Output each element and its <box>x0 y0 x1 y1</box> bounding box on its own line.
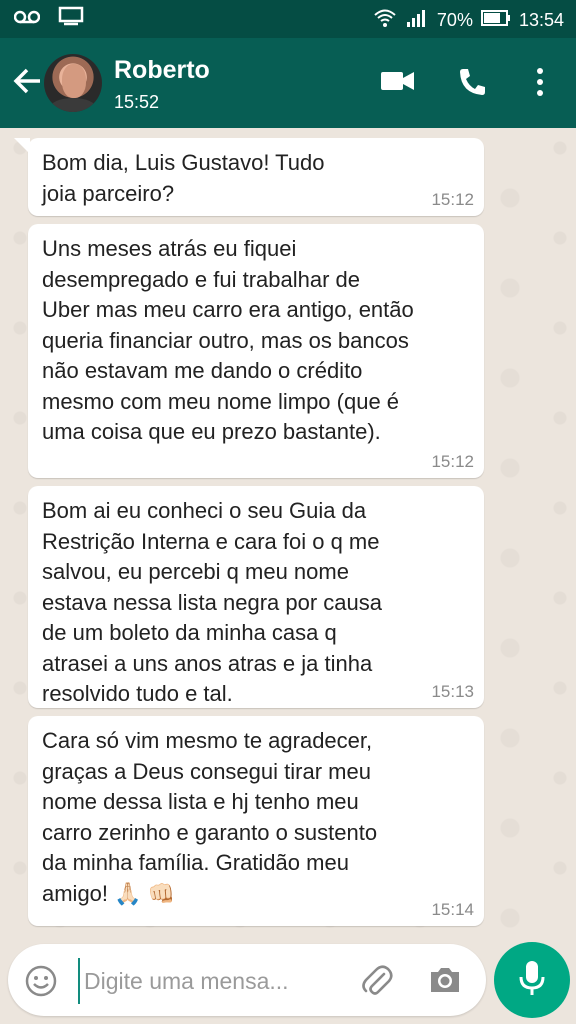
avatar[interactable] <box>44 54 102 112</box>
contact-name[interactable]: Roberto <box>114 56 210 85</box>
message-text: Uns meses atrás eu fiquei desempregado e… <box>42 236 414 444</box>
chat-area[interactable]: Bom dia, Luis Gustavo! Tudo joia parceir… <box>0 128 576 944</box>
signal-icon <box>405 8 429 33</box>
camera-icon[interactable] <box>428 964 462 1001</box>
voicemail-icon <box>13 8 41 29</box>
microphone-icon <box>517 959 547 1002</box>
message-composer <box>8 944 486 1016</box>
message-text: Bom ai eu conheci o seu Guia da Restriçã… <box>42 498 382 706</box>
attachment-icon[interactable] <box>360 964 394 1003</box>
voice-call-icon[interactable] <box>456 66 488 103</box>
back-arrow-icon[interactable] <box>10 64 44 98</box>
emoji-icon[interactable] <box>24 964 58 1003</box>
message-bubble[interactable]: Cara só vim mesmo te agradecer, graças a… <box>28 716 484 926</box>
message-bubble[interactable]: Bom dia, Luis Gustavo! Tudo joia parceir… <box>28 138 484 216</box>
message-bubble[interactable]: Uns meses atrás eu fiquei desempregado e… <box>28 224 484 478</box>
contact-status: 15:52 <box>114 92 160 112</box>
message-text: Cara só vim mesmo te agradecer, graças a… <box>42 728 378 906</box>
message-input[interactable] <box>78 958 356 1004</box>
message-time: 15:12 <box>431 452 474 471</box>
clock: 13:54 <box>518 10 564 30</box>
message-time: 15:14 <box>431 900 474 919</box>
message-bubble[interactable]: Bom ai eu conheci o seu Guia da Restriçã… <box>28 486 484 708</box>
status-bar: 70% 13:54 <box>0 0 576 38</box>
video-call-icon[interactable] <box>380 66 416 101</box>
battery-percent: 70% <box>436 10 473 30</box>
battery-icon <box>480 9 511 32</box>
chat-header: Roberto 15:52 <box>0 38 576 128</box>
wifi-icon <box>373 8 397 33</box>
message-time: 15:13 <box>431 682 474 701</box>
message-time: 15:12 <box>431 190 474 209</box>
bubble-tail <box>14 138 30 154</box>
message-text: Bom dia, Luis Gustavo! Tudo joia parceir… <box>42 150 325 206</box>
more-options-icon[interactable] <box>534 66 546 103</box>
voice-record-button[interactable] <box>494 942 570 1018</box>
screen-cast-icon <box>58 6 84 31</box>
